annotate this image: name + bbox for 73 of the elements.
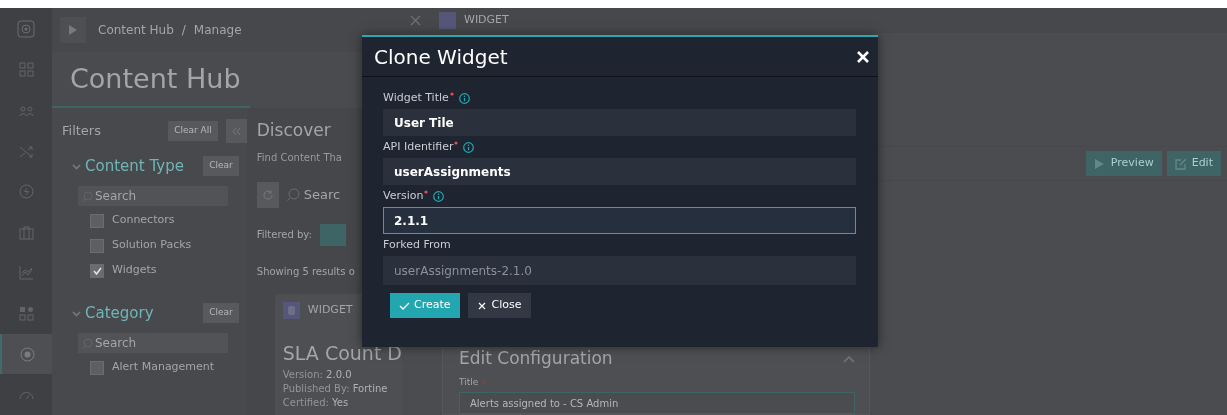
card-meta: Certified: Yes	[282, 397, 349, 408]
preview-button[interactable]: Preview	[1085, 151, 1162, 177]
play-icon	[69, 25, 77, 35]
edit-icon	[1174, 157, 1186, 170]
option-label: Widgets	[112, 262, 157, 279]
option-label: Solution Packs	[112, 237, 192, 254]
field-label: Widget Title	[383, 89, 449, 106]
check-icon	[92, 266, 102, 275]
checkbox[interactable]	[90, 238, 104, 253]
text-field[interactable]: User Tile	[383, 109, 856, 136]
play-icon	[1093, 157, 1105, 170]
breadcrumb-link[interactable]: Manage	[193, 21, 242, 39]
double-chevron-icon	[231, 126, 241, 136]
chart-icon	[18, 265, 34, 281]
collapse-button[interactable]	[225, 119, 247, 143]
clear-button[interactable]: Clear	[203, 303, 239, 323]
rail-item[interactable]	[0, 333, 52, 375]
option-label: Alert Management	[112, 359, 215, 376]
breadcrumb-separator: /	[181, 22, 186, 39]
clear-button[interactable]: Clear	[203, 156, 239, 176]
text-field[interactable]: Alerts assigned to - CS Admin	[459, 392, 855, 414]
field-label: Forked From	[383, 236, 451, 253]
refresh-button[interactable]	[256, 181, 279, 208]
field-label: Version	[383, 187, 424, 204]
filters-title: Filters	[62, 122, 102, 141]
chevron-icon[interactable]	[843, 354, 855, 363]
card-meta: Published By: Fortine	[282, 383, 388, 394]
clear-all-button[interactable]: Clear All	[168, 121, 218, 141]
chevron-icon	[72, 308, 81, 318]
checkbox[interactable]	[90, 360, 104, 375]
filter-chip[interactable]	[319, 223, 346, 246]
checkbox[interactable]	[90, 263, 104, 278]
chevron-icon	[72, 161, 81, 171]
discover-subtitle: Find Content Tha	[256, 151, 342, 163]
section-header[interactable]: Category	[72, 301, 204, 325]
config-title: Edit Configuration	[459, 347, 613, 370]
search-field[interactable]: Searc	[286, 184, 341, 205]
search-field[interactable]: Search	[78, 186, 228, 206]
check-icon	[399, 300, 410, 311]
info-icon[interactable]	[458, 92, 470, 104]
bolt-icon	[18, 184, 34, 200]
dialog-title: Clone Widget	[374, 43, 508, 71]
briefcase-icon	[18, 224, 34, 240]
edit-button[interactable]: Edit	[1166, 151, 1221, 177]
breadcrumb-link[interactable]: Content Hub	[98, 21, 174, 39]
search-field[interactable]: Search	[78, 333, 228, 353]
refresh-icon	[262, 189, 273, 200]
shuffle-icon	[18, 143, 34, 159]
apps-icon	[18, 306, 34, 321]
logo-icon[interactable]	[17, 19, 35, 38]
text-field[interactable]: userAssignments	[383, 158, 856, 185]
close-button[interactable]: Close	[467, 293, 531, 318]
drawer-type: WIDGET	[464, 12, 509, 29]
filtered-by-label: Filtered by:	[256, 228, 312, 242]
info-icon[interactable]	[433, 190, 445, 202]
field-label: Title	[459, 375, 479, 389]
field-label: API Identifier	[383, 138, 454, 155]
create-button[interactable]: Create	[390, 293, 460, 318]
close-icon	[476, 300, 488, 311]
expand-button[interactable]	[60, 17, 86, 43]
checkbox[interactable]	[90, 213, 104, 228]
hub-icon	[19, 346, 35, 362]
card-meta: Version: 2.0.0	[282, 369, 352, 380]
section-header[interactable]: Content Type	[72, 154, 204, 178]
info-icon[interactable]	[463, 141, 475, 153]
widget-icon	[439, 12, 456, 30]
widget-icon	[282, 301, 300, 319]
option-label: Connectors	[112, 212, 175, 229]
grid-icon	[18, 62, 34, 78]
search-icon	[286, 188, 300, 201]
card-type: WIDGET	[307, 301, 353, 318]
text-field[interactable]: 2.1.1	[383, 207, 856, 234]
results-count: Showing 5 results o	[256, 265, 355, 277]
